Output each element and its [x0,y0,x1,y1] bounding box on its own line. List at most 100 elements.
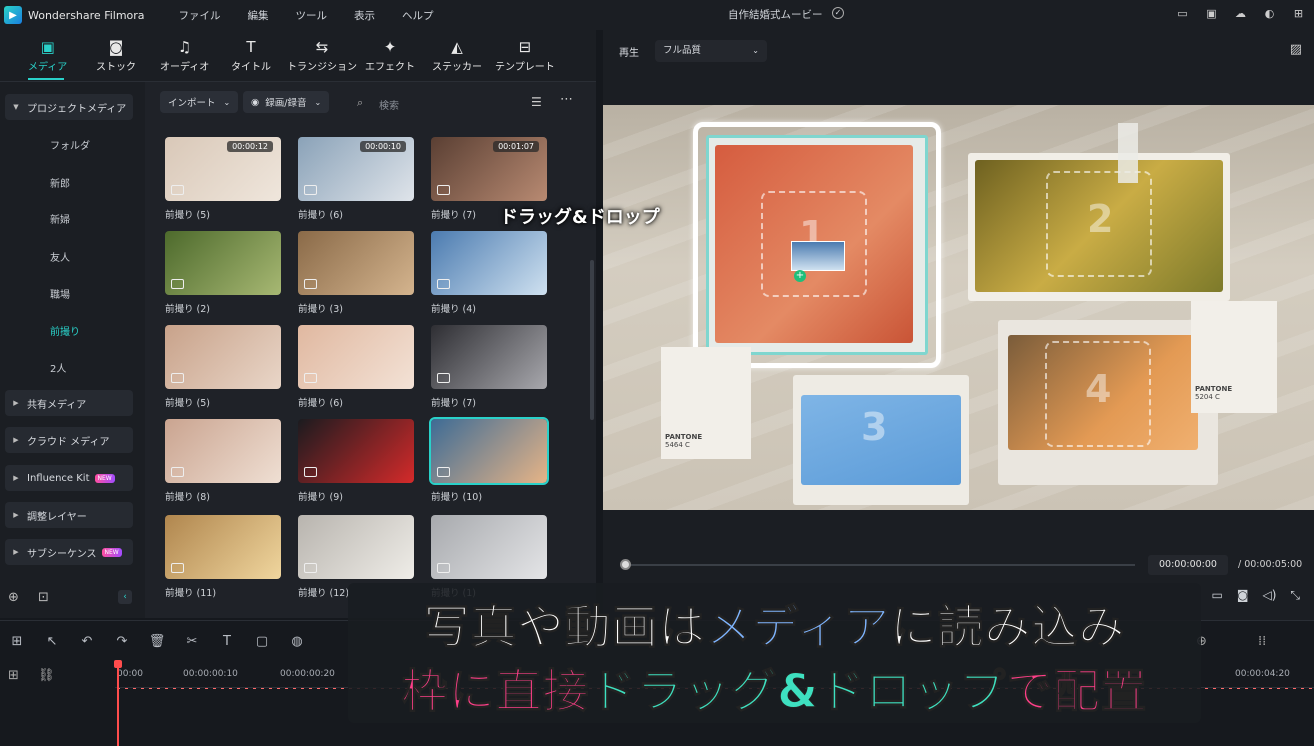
more-options-icon[interactable]: ⋯ [560,92,573,107]
new-folder-icon[interactable]: ⊕ [8,590,19,605]
folder-item-selected[interactable]: 前撮り [50,323,80,338]
link-icon[interactable]: ⛓ [38,668,55,683]
select-arrow-icon[interactable]: ↖ [43,634,61,649]
fullscreen-icon[interactable]: ⤡ [1290,588,1300,603]
crop-icon[interactable]: ▢ [253,634,271,649]
sidebar-item-influence-kit[interactable]: ▶ Influence Kit NEW [5,465,133,491]
media-label: 前撮り (8) [165,492,210,503]
tab-transition-label: トランジション [287,62,357,73]
tape-strip [1118,123,1138,183]
import-dropdown[interactable]: インポート ⌄ [160,91,239,113]
tab-audio[interactable]: ♫ オーディオ [160,38,209,73]
folder-item[interactable]: フォルダ [50,137,90,152]
tab-media[interactable]: ▣ メディア [28,38,67,73]
ruler-tick: 00:00 [117,669,143,679]
media-thumbnail[interactable] [431,515,547,579]
add-track-head-icon[interactable]: ⊞ [8,668,19,683]
menu-view[interactable]: 表示 [354,8,375,23]
preview-canvas[interactable]: 1 + 2 3 4 PANTONE 5464 C PANTONE 5204 C [603,105,1314,510]
undo-icon[interactable]: ↶ [78,634,96,649]
snapshot-view-icon[interactable]: ▨ [1290,42,1302,57]
tab-title[interactable]: T タイトル [231,38,271,73]
menu-edit[interactable]: 編集 [248,8,269,23]
grid-icon[interactable]: ⊞ [1291,7,1306,21]
display-icon[interactable]: ▭ [1211,588,1222,603]
layout-icon[interactable]: ▭ [1175,7,1190,21]
headset-icon[interactable]: ◐ [1262,7,1277,21]
tab-sticker[interactable]: ◭ ステッカー [432,38,482,73]
sparkle-icon: ✦ [383,38,397,56]
caption-overlay: 写真や動画はメディアに読み込み 枠に直接ドラッグ&ドロップで配置 [348,583,1201,723]
media-thumbnail[interactable] [431,231,547,295]
folder-item[interactable]: 新婦 [50,211,70,226]
sidebar-item-subsequence[interactable]: ▶ サブシーケンス NEW [5,539,133,565]
media-thumbnail[interactable] [429,417,549,485]
media-thumbnail[interactable] [431,325,547,389]
color-palette-icon[interactable]: ◍ [288,634,306,649]
track-headers: ⊞ ⛓ [0,660,115,746]
media-thumbnail[interactable] [165,325,281,389]
filter-icon[interactable]: ☰ [531,95,542,109]
sidebar-item-label: 共有メディア [27,399,87,411]
media-thumbnail[interactable] [298,325,414,389]
image-icon [437,373,450,383]
folder-item[interactable]: 新郎 [50,175,70,190]
playhead-knob[interactable] [620,559,631,570]
caption-line-1: 写真や動画はメディアに読み込み [348,591,1201,657]
media-thumbnail[interactable]: 00:00:12 [165,137,281,201]
caret-right-icon: ▶ [13,399,19,407]
cut-icon[interactable]: ✂ [183,634,201,649]
media-thumbnail[interactable]: 00:00:10 [298,137,414,201]
tab-stock[interactable]: ◙ ストック [96,38,136,73]
redo-icon[interactable]: ↷ [113,634,131,649]
media-scrollbar[interactable] [590,260,594,420]
menu-tools[interactable]: ツール [296,8,328,23]
text-tool-icon[interactable]: T [218,634,236,649]
folder-item[interactable]: 2人 [50,360,66,375]
tab-transition[interactable]: ⇆ トランジション [287,38,357,73]
zoom-grip-icon[interactable]: ⁞⁞ [1258,634,1266,649]
sidebar-item-shared-media[interactable]: ▶ 共有メディア [5,390,133,416]
tab-effect[interactable]: ✦ エフェクト [365,38,415,73]
media-thumbnail[interactable]: 00:01:07 [431,137,547,201]
caption-text: で配置 [1006,664,1148,719]
media-thumbnail[interactable] [298,515,414,579]
add-plus-icon: + [794,270,806,282]
media-thumbnail[interactable] [165,231,281,295]
camera-icon[interactable]: ◙ [1237,588,1249,603]
tab-template[interactable]: ⊟ テンプレート [495,38,555,73]
cloud-upload-icon[interactable]: ☁ [1233,7,1248,21]
playhead-line[interactable] [117,662,119,746]
playback-progress-track[interactable] [625,564,1135,566]
pantone-code: 5204 C [1195,393,1220,401]
sidebar-item-project-media[interactable]: ▼ プロジェクトメディア [5,94,133,120]
caret-down-icon: ▼ [13,103,19,111]
import-label: インポート [168,98,216,109]
media-thumbnail[interactable] [298,231,414,295]
menu-bar: ファイル 編集 ツール 表示 ヘルプ [179,8,461,23]
new-badge: NEW [101,547,122,557]
record-dropdown[interactable]: ◉ 録画/録音 ⌄ [243,91,330,113]
menu-file[interactable]: ファイル [179,8,221,23]
folder-icon[interactable]: ⊡ [38,590,49,605]
new-badge: NEW [94,473,115,483]
collapse-sidebar-icon[interactable]: ‹ [118,590,132,604]
quality-select[interactable]: フル品質 ⌄ [655,40,767,62]
sidebar-item-cloud-media[interactable]: ▶ クラウド メディア [5,427,133,453]
menu-help[interactable]: ヘルプ [402,8,434,23]
media-thumbnail[interactable] [165,419,281,483]
sidebar-item-label: クラウド メディア [27,436,110,448]
pantone-card-right: PANTONE 5204 C [1191,301,1277,413]
check-circle-icon[interactable]: ✓ [832,7,844,19]
volume-icon[interactable]: ◁) [1262,588,1276,603]
delete-icon[interactable]: 🗑 [148,634,166,649]
search-input[interactable]: 検索 [379,97,399,112]
folder-item[interactable]: 友人 [50,249,70,264]
sidebar-item-adjustment-layer[interactable]: ▶ 調整レイヤー [5,502,133,528]
layout-grid-icon[interactable]: ⊞ [8,634,26,649]
folder-item[interactable]: 職場 [50,286,70,301]
save-icon[interactable]: ▣ [1204,7,1219,21]
media-thumbnail[interactable] [165,515,281,579]
media-thumbnail[interactable] [298,419,414,483]
template-icon: ⊟ [518,38,532,56]
